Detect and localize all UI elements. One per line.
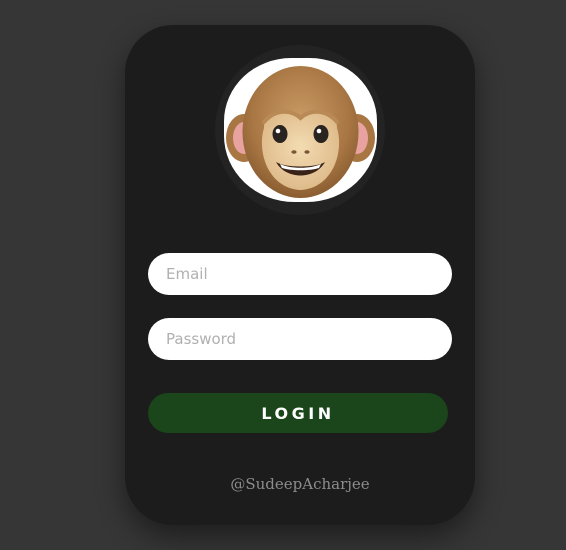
email-input[interactable] bbox=[148, 253, 452, 295]
monkey-face-icon bbox=[226, 66, 375, 198]
avatar bbox=[224, 58, 377, 202]
login-button[interactable]: LOGIN bbox=[148, 393, 448, 433]
author-credit: @SudeepAcharjee bbox=[230, 475, 370, 493]
password-input[interactable] bbox=[148, 318, 452, 360]
login-card: LOGIN @SudeepAcharjee bbox=[125, 25, 475, 525]
